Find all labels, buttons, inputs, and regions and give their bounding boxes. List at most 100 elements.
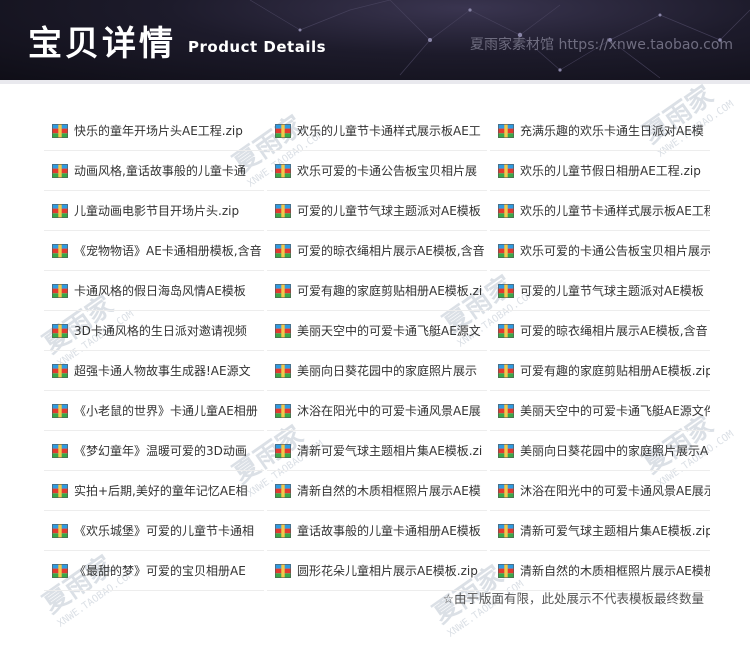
footer-note: ☆由于版面有限，此处展示不代表模板最终数量 <box>442 591 704 606</box>
zip-archive-icon <box>275 483 291 498</box>
file-list-item[interactable]: 美丽天空中的可爱卡通飞艇AE源文 <box>267 311 487 351</box>
file-name: 欢乐的儿童节卡通样式展示板AE工程 <box>520 204 710 218</box>
file-name: 儿童动画电影节目开场片头.zip <box>74 204 240 218</box>
zip-archive-icon <box>498 203 514 218</box>
file-list-item[interactable]: 沐浴在阳光中的可爱卡通风景AE展 <box>267 391 487 431</box>
file-name: 清新可爱气球主题相片集AE模板.zi <box>297 444 483 458</box>
zip-archive-icon <box>498 363 514 378</box>
header-divider <box>0 80 750 84</box>
file-name: 《欢乐城堡》可爱的儿童节卡通相 <box>74 524 255 538</box>
file-name: 可爱的晾衣绳相片展示AE模板,含音 <box>520 324 708 338</box>
zip-archive-icon <box>52 363 68 378</box>
zip-archive-icon <box>275 283 291 298</box>
file-list-item[interactable]: 充满乐趣的欢乐卡通生日派对AE模 <box>490 111 710 151</box>
file-list-item[interactable]: 清新可爱气球主题相片集AE模板.zi <box>267 431 487 471</box>
file-name: 可爱有趣的家庭剪贴相册AE模板.zip <box>520 364 710 378</box>
zip-archive-icon <box>52 483 68 498</box>
file-list-item[interactable]: 欢乐的儿童节卡通样式展示板AE工程 <box>490 191 710 231</box>
file-name: 美丽天空中的可爱卡通飞艇AE源文件 <box>520 404 710 418</box>
zip-archive-icon <box>498 523 514 538</box>
file-list-item[interactable]: 快乐的童年开场片头AE工程.zip <box>44 111 264 151</box>
file-name: 可爱的儿童节气球主题派对AE模板 <box>297 204 481 218</box>
file-name: 可爱有趣的家庭剪贴相册AE模板.zi <box>297 284 483 298</box>
file-list-item[interactable]: 《宠物物语》AE卡通相册模板,含音 <box>44 231 264 271</box>
file-list-item[interactable]: 美丽向日葵花园中的家庭照片展示A <box>490 431 710 471</box>
zip-archive-icon <box>52 523 68 538</box>
file-list-item[interactable]: 可爱有趣的家庭剪贴相册AE模板.zi <box>267 271 487 311</box>
file-list-item[interactable]: 实拍+后期,美好的童年记忆AE相 <box>44 471 264 511</box>
zip-archive-icon <box>498 323 514 338</box>
zip-archive-icon <box>498 123 514 138</box>
file-name: 童话故事般的儿童卡通相册AE模板 <box>297 524 481 538</box>
zip-archive-icon <box>498 243 514 258</box>
file-list-item[interactable]: 沐浴在阳光中的可爱卡通风景AE展示 <box>490 471 710 511</box>
zip-archive-icon <box>275 523 291 538</box>
zip-archive-icon <box>275 123 291 138</box>
file-name: 欢乐可爱的卡通公告板宝贝相片展 <box>297 164 478 178</box>
zip-archive-icon <box>498 483 514 498</box>
file-list-item[interactable]: 可爱的晾衣绳相片展示AE模板,含音 <box>267 231 487 271</box>
zip-archive-icon <box>52 163 68 178</box>
file-list-item[interactable]: 动画风格,童话故事般的儿童卡通 <box>44 151 264 191</box>
file-list-item[interactable]: 可爱的晾衣绳相片展示AE模板,含音 <box>490 311 710 351</box>
file-list-item[interactable]: 儿童动画电影节目开场片头.zip <box>44 191 264 231</box>
file-list-item[interactable]: 超强卡通人物故事生成器!AE源文 <box>44 351 264 391</box>
file-name: 清新自然的木质相框照片展示AE模板 <box>520 564 710 578</box>
page-subtitle: Product Details <box>188 38 327 56</box>
file-list-item[interactable]: 可爱有趣的家庭剪贴相册AE模板.zip <box>490 351 710 391</box>
file-name: 美丽向日葵花园中的家庭照片展示 <box>297 364 478 378</box>
file-list-item[interactable]: 清新可爱气球主题相片集AE模板.zip <box>490 511 710 551</box>
file-name: 卡通风格的假日海岛风情AE模板 <box>74 284 246 298</box>
file-name: 美丽向日葵花园中的家庭照片展示A <box>520 444 709 458</box>
file-name: 充满乐趣的欢乐卡通生日派对AE模 <box>520 124 704 138</box>
file-name: 动画风格,童话故事般的儿童卡通 <box>74 164 246 178</box>
zip-archive-icon <box>52 243 68 258</box>
zip-archive-icon <box>275 443 291 458</box>
file-list-item[interactable]: 3D卡通风格的生日派对邀请视频 <box>44 311 264 351</box>
file-list-item[interactable]: 美丽向日葵花园中的家庭照片展示 <box>267 351 487 391</box>
zip-archive-icon <box>52 203 68 218</box>
file-list-item[interactable]: 《梦幻童年》温暖可爱的3D动画 <box>44 431 264 471</box>
file-list-item[interactable]: 美丽天空中的可爱卡通飞艇AE源文件 <box>490 391 710 431</box>
page-header: 宝贝详情 Product Details 夏雨家素材馆 https://xnwe… <box>0 0 750 80</box>
zip-archive-icon <box>498 163 514 178</box>
zip-archive-icon <box>52 563 68 578</box>
file-list-item[interactable]: 欢乐的儿童节假日相册AE工程.zip <box>490 151 710 191</box>
shop-watermark: 夏雨家素材馆 https://xnwe.taobao.com <box>470 37 734 53</box>
file-name: 3D卡通风格的生日派对邀请视频 <box>74 324 247 338</box>
file-name: 《梦幻童年》温暖可爱的3D动画 <box>74 444 247 458</box>
page-title: 宝贝详情 <box>28 24 176 64</box>
file-name: 沐浴在阳光中的可爱卡通风景AE展示 <box>520 484 710 498</box>
file-list-item[interactable]: 欢乐的儿童节卡通样式展示板AE工 <box>267 111 487 151</box>
zip-archive-icon <box>275 563 291 578</box>
file-name: 实拍+后期,美好的童年记忆AE相 <box>74 484 248 498</box>
file-list-item[interactable]: 《最甜的梦》可爱的宝贝相册AE <box>44 551 264 591</box>
file-list-item[interactable]: 可爱的儿童节气球主题派对AE模板 <box>490 271 710 311</box>
file-list-item[interactable]: 童话故事般的儿童卡通相册AE模板 <box>267 511 487 551</box>
file-name: 欢乐的儿童节卡通样式展示板AE工 <box>297 124 481 138</box>
zip-archive-icon <box>498 563 514 578</box>
file-list-item[interactable]: 欢乐可爱的卡通公告板宝贝相片展示 <box>490 231 710 271</box>
file-list-item[interactable]: 清新自然的木质相框照片展示AE模板 <box>490 551 710 591</box>
file-name: 欢乐的儿童节假日相册AE工程.zip <box>520 164 701 178</box>
file-name: 沐浴在阳光中的可爱卡通风景AE展 <box>297 404 481 418</box>
file-column: 充满乐趣的欢乐卡通生日派对AE模 欢乐的儿童节假日相册AE工程.zip 欢乐的儿童节… <box>490 111 710 591</box>
zip-archive-icon <box>52 283 68 298</box>
zip-archive-icon <box>275 403 291 418</box>
file-list-item[interactable]: 《欢乐城堡》可爱的儿童节卡通相 <box>44 511 264 551</box>
zip-archive-icon <box>275 363 291 378</box>
file-list-item[interactable]: 欢乐可爱的卡通公告板宝贝相片展 <box>267 151 487 191</box>
file-list-item[interactable]: 《小老鼠的世界》卡通儿童AE相册 <box>44 391 264 431</box>
zip-archive-icon <box>275 163 291 178</box>
file-name: 《宠物物语》AE卡通相册模板,含音 <box>74 244 262 258</box>
file-list-item[interactable]: 卡通风格的假日海岛风情AE模板 <box>44 271 264 311</box>
file-column: 快乐的童年开场片头AE工程.zip 动画风格,童话故事般的儿童卡通 儿童动画电影节目… <box>44 111 264 591</box>
file-name: 圆形花朵儿童相片展示AE模板.zip <box>297 564 478 578</box>
zip-archive-icon <box>52 123 68 138</box>
file-list-item[interactable]: 圆形花朵儿童相片展示AE模板.zip <box>267 551 487 591</box>
zip-archive-icon <box>498 283 514 298</box>
zip-archive-icon <box>52 323 68 338</box>
file-list-item[interactable]: 可爱的儿童节气球主题派对AE模板 <box>267 191 487 231</box>
file-list-item[interactable]: 清新自然的木质相框照片展示AE模 <box>267 471 487 511</box>
zip-archive-icon <box>498 403 514 418</box>
